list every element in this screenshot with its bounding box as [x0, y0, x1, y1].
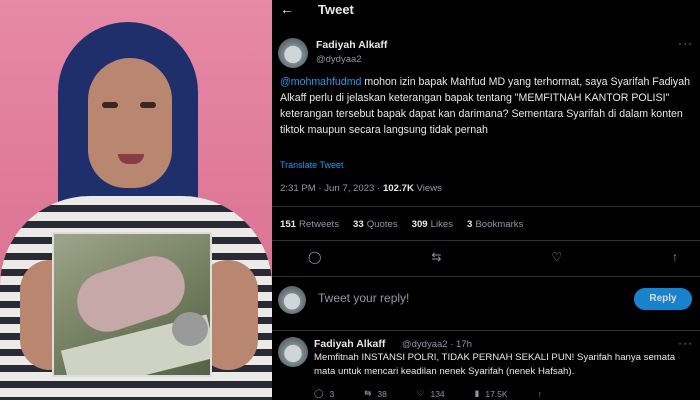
reply-text: Memfitnah INSTANSI POLRI, TIDAK PERNAH S… — [314, 352, 676, 377]
divider — [272, 240, 700, 241]
retweets-stat[interactable]: 151 Retweets — [280, 219, 339, 230]
author-avatar[interactable] — [278, 38, 308, 68]
tweet-stats: 151 Retweets 33 Quotes 309 Likes 3 Bookmarks — [280, 219, 523, 230]
divider — [272, 276, 700, 277]
more-options-icon[interactable]: ··· — [678, 36, 693, 50]
more-options-icon[interactable]: ··· — [678, 336, 693, 350]
video-frame — [0, 0, 272, 400]
left-eye — [102, 102, 118, 108]
reply-icon: ◯ — [314, 388, 324, 398]
reply-author-handle[interactable]: @dydyaa2 · 17h — [402, 339, 472, 350]
reply-author-avatar[interactable] — [278, 337, 308, 367]
tweet-time[interactable]: 2:31 PM · Jun 7, 2023 · — [280, 183, 383, 194]
arrow-left-icon[interactable]: ← — [280, 1, 294, 17]
mouth — [118, 154, 144, 164]
reply-views-action[interactable]: ▮ 17.5K — [475, 388, 508, 399]
tweet-meta: 2:31 PM · Jun 7, 2023 · 102.7K Views — [280, 183, 442, 194]
held-photo — [52, 232, 212, 377]
share-icon: ↑ — [537, 388, 542, 399]
divider — [272, 206, 700, 207]
reply-author-name[interactable]: Fadiyah Alkaff — [314, 338, 385, 350]
tweet-panel: ← Tweet Fadiyah Alkaff @dydyaa2 ··· @moh… — [272, 0, 700, 400]
retweet-icon: ⇆ — [364, 388, 372, 398]
views-label: Views — [413, 183, 442, 194]
tweet-header: ← Tweet — [272, 0, 700, 24]
user-avatar[interactable] — [278, 286, 306, 314]
tweet-actions: ◯ ⇆ ♡ ↑ — [308, 250, 678, 264]
likes-stat[interactable]: 309 Likes — [412, 219, 453, 230]
author-name[interactable]: Fadiyah Alkaff — [316, 39, 387, 51]
photo-head — [172, 312, 208, 346]
reply-composer: Tweet your reply! Reply — [272, 280, 700, 320]
reply-retweet-action[interactable]: ⇆ 38 — [364, 388, 387, 399]
bookmarks-stat[interactable]: 3 Bookmarks — [467, 219, 523, 230]
reply-icon[interactable]: ◯ — [308, 250, 321, 264]
quotes-stat[interactable]: 33 Quotes — [353, 219, 398, 230]
like-icon: ♡ — [416, 388, 425, 398]
author-handle[interactable]: @dydyaa2 — [316, 54, 362, 65]
tweet-text: @mohmahfudmd mohon izin bapak Mahfud MD … — [280, 74, 696, 138]
reply-button[interactable]: Reply — [634, 288, 692, 310]
reply-input[interactable]: Tweet your reply! — [318, 291, 409, 305]
face — [88, 58, 172, 188]
views-count: 102.7K — [382, 183, 414, 194]
reply-actions: ◯ 3 ⇆ 38 ♡ 134 ▮ 17.5K ↑ — [314, 388, 674, 399]
mention-link[interactable]: @mohmahfudmd — [280, 76, 361, 88]
views-icon: ▮ — [474, 388, 480, 398]
reply-like-action[interactable]: ♡ 134 — [417, 388, 445, 399]
reply-share-action[interactable]: ↑ — [538, 388, 542, 399]
retweet-icon[interactable]: ⇆ — [431, 250, 441, 264]
page-title: Tweet — [318, 2, 354, 17]
screenshot-root: ← Tweet Fadiyah Alkaff @dydyaa2 ··· @moh… — [0, 0, 700, 400]
like-icon[interactable]: ♡ — [551, 250, 562, 264]
divider — [272, 330, 700, 331]
right-eye — [140, 102, 156, 108]
reply-reply-action[interactable]: ◯ 3 — [314, 388, 334, 399]
translate-tweet-link[interactable]: Translate Tweet — [280, 160, 344, 170]
share-icon[interactable]: ↑ — [672, 250, 678, 264]
